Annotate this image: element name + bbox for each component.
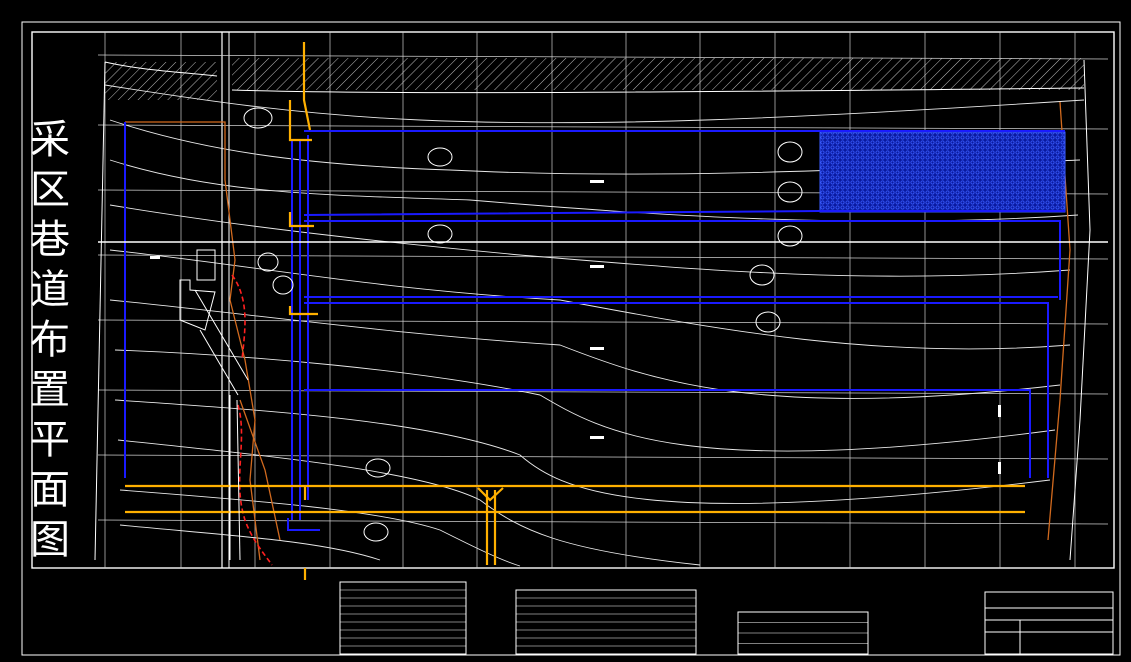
hatched-boundary xyxy=(232,58,1084,90)
cad-drawing-canvas: 采 区 巷 道 布 置 平 面 图 xyxy=(0,0,1131,662)
legend-tables xyxy=(339,581,1114,655)
contour-line xyxy=(109,249,1071,350)
table-rows xyxy=(340,589,868,647)
drawing-svg xyxy=(21,21,1121,656)
fault-line xyxy=(231,274,273,566)
map-frame xyxy=(31,31,1115,569)
goaf-area xyxy=(819,131,1066,213)
contour-line xyxy=(119,524,381,561)
grid-line xyxy=(97,519,1109,525)
grid-line xyxy=(97,254,1109,260)
hatched-boundary xyxy=(105,62,217,100)
coordinate-grid xyxy=(97,32,1109,568)
contour-line xyxy=(117,439,701,566)
contour-line xyxy=(114,349,1056,452)
contour-line xyxy=(119,489,521,567)
grid-line xyxy=(97,319,1109,325)
grid-line xyxy=(97,454,1109,460)
outer-frame xyxy=(21,21,1121,656)
contour-line xyxy=(109,299,1061,399)
small-marks xyxy=(150,180,1001,474)
